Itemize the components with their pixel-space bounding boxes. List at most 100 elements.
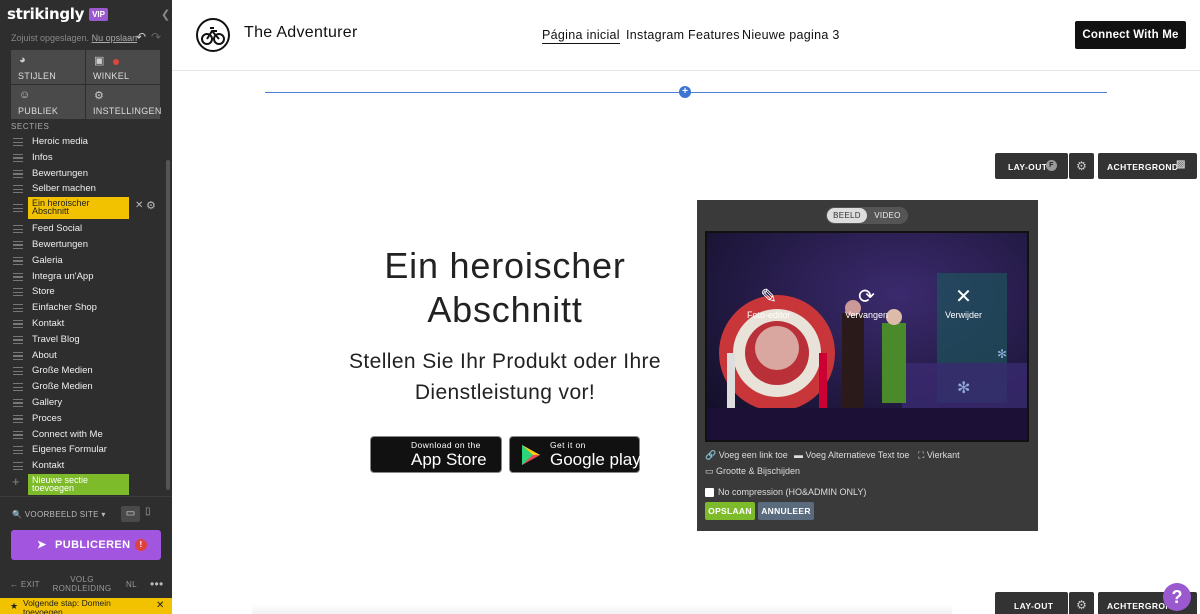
section-item[interactable]: Feed Social — [0, 221, 166, 237]
preview-site-dropdown[interactable]: 🔍 VOORBEELD SITE ▾ — [12, 510, 106, 519]
styles-button[interactable]: ◕ STIJLEN — [11, 50, 85, 84]
add-section-plus-icon[interactable]: + — [679, 86, 691, 98]
save-button[interactable]: OPSLAAN — [705, 502, 755, 520]
next-step-banner[interactable]: ★ Volgende stap: Domein toevoegen ✕ — [0, 598, 172, 614]
add-link[interactable]: 🔗 Voeg een link toe — [705, 450, 788, 461]
drag-handle-icon[interactable] — [13, 367, 23, 376]
drag-handle-icon[interactable] — [13, 256, 23, 265]
drag-handle-icon[interactable] — [13, 446, 23, 455]
drag-handle-icon[interactable] — [13, 204, 23, 213]
no-compression-checkbox[interactable] — [705, 488, 714, 497]
add-link-label: Voeg een link toe — [718, 450, 788, 460]
close-icon[interactable]: ✕ — [156, 600, 164, 611]
drag-handle-icon[interactable] — [13, 462, 23, 471]
sidebar-scrollbar[interactable] — [166, 160, 170, 490]
drag-handle-icon[interactable] — [13, 383, 23, 392]
hero-subtitle[interactable]: Stellen Sie Ihr Produkt oder Ihre Dienst… — [340, 346, 670, 408]
section-item[interactable]: Große Medien — [0, 379, 166, 395]
nav-page-3[interactable]: Nieuwe pagina 3 — [742, 28, 840, 42]
more-icon[interactable]: ••• — [150, 577, 164, 591]
section-gear-icon-next[interactable]: ⚙ — [1069, 592, 1094, 614]
tab-video[interactable]: VIDEO — [868, 208, 907, 223]
save-now-link[interactable]: Nu opslaan — [92, 33, 138, 43]
cancel-button[interactable]: ANNULEER — [758, 502, 814, 520]
remove-button[interactable]: ✕ Verwijder — [945, 286, 982, 320]
section-item[interactable]: Kontakt — [0, 316, 166, 332]
drag-handle-icon[interactable] — [13, 138, 23, 146]
google-play-button[interactable]: Get it on Google play — [509, 436, 641, 473]
app-store-button[interactable]: Download on the App Store — [370, 436, 502, 473]
photo-editor-button[interactable]: ✎ Foto-editor — [747, 286, 791, 320]
tour-button[interactable]: VOLG RONDLEIDING — [52, 575, 112, 593]
section-item[interactable]: Einfacher Shop — [0, 300, 166, 316]
drag-handle-icon[interactable] — [13, 351, 23, 360]
drag-handle-icon[interactable] — [13, 335, 23, 344]
language-button[interactable]: NL — [126, 580, 137, 589]
drag-handle-icon[interactable] — [13, 153, 23, 162]
section-item[interactable]: Eigenes Formular — [0, 442, 166, 458]
square-label: Vierkant — [926, 450, 960, 460]
redo-icon[interactable]: ↷ — [151, 30, 161, 44]
publish-button[interactable]: ➤ PUBLICEREN ! — [11, 530, 161, 560]
add-section-button[interactable]: + Nieuwe sectie toevoegen — [0, 473, 166, 496]
section-settings-icon[interactable]: ⚙ — [146, 199, 156, 212]
palette-icon: ◕ — [19, 54, 26, 66]
size-captions[interactable]: ▭ Grootte & Bijschijden — [705, 466, 800, 477]
mobile-icon[interactable]: ▯ — [145, 506, 151, 517]
section-item[interactable]: Proces — [0, 411, 166, 427]
svg-text:✻: ✻ — [957, 380, 970, 397]
undo-icon[interactable]: ↶ — [136, 30, 146, 44]
connect-button[interactable]: Connect With Me — [1075, 21, 1186, 49]
drag-handle-icon[interactable] — [13, 185, 23, 194]
store-button[interactable]: ▣ WINKEL — [86, 50, 160, 84]
section-item[interactable]: Travel Blog — [0, 332, 166, 348]
section-gear-icon[interactable]: ⚙ — [1069, 153, 1094, 179]
drag-handle-icon[interactable] — [13, 169, 23, 178]
section-item[interactable]: Integra un'App — [0, 269, 166, 285]
section-item[interactable]: Connect with Me — [0, 427, 166, 443]
bicycle-logo-icon[interactable] — [196, 18, 230, 52]
background-button[interactable]: ACHTERGROND ▨ — [1098, 153, 1197, 179]
drag-handle-icon[interactable] — [13, 240, 23, 249]
drag-handle-icon[interactable] — [13, 398, 23, 407]
section-item[interactable]: Bewertungen — [0, 237, 166, 253]
section-item[interactable]: About — [0, 348, 166, 364]
square-option[interactable]: ⛶ Vierkant — [918, 450, 960, 461]
exit-button[interactable]: ← EXIT — [10, 580, 40, 589]
section-item[interactable]: Store — [0, 284, 166, 300]
hero-image[interactable]: ✻ ✻ — [705, 231, 1029, 442]
drag-handle-icon[interactable] — [13, 304, 23, 313]
help-button[interactable]: ? — [1163, 583, 1191, 611]
hero-title[interactable]: Ein heroischer Abschnitt — [320, 244, 690, 332]
delete-section-icon[interactable]: ✕ — [135, 200, 143, 211]
add-alt-text[interactable]: ▬ Voeg Alternatieve Text toe — [794, 450, 909, 460]
settings-button[interactable]: ⚙ INSTELLINGEN — [86, 85, 161, 119]
site-title[interactable]: The Adventurer — [244, 24, 358, 42]
tab-image[interactable]: BEELD — [827, 208, 867, 223]
audience-button[interactable]: ☺ PUBLIEK — [11, 85, 85, 119]
drag-handle-icon[interactable] — [13, 319, 23, 328]
layout-button[interactable]: LAY-OUT F — [995, 153, 1068, 179]
drag-handle-icon[interactable] — [13, 430, 23, 439]
section-item[interactable]: Kontakt — [0, 458, 166, 474]
section-item[interactable]: Infos — [0, 150, 166, 166]
collapse-sidebar-icon[interactable]: ❮ — [161, 8, 170, 21]
section-item[interactable]: Große Medien — [0, 363, 166, 379]
drag-handle-icon[interactable] — [13, 288, 23, 297]
drag-handle-icon[interactable] — [13, 414, 23, 423]
section-item[interactable]: Heroic media — [0, 134, 166, 150]
drag-handle-icon[interactable] — [13, 225, 23, 234]
drag-handle-icon[interactable] — [13, 272, 23, 281]
section-item[interactable]: Gallery — [0, 395, 166, 411]
section-item[interactable]: Bewertungen — [0, 166, 166, 182]
nav-home[interactable]: Página inicial — [542, 28, 620, 44]
section-item[interactable]: Selber machen — [0, 181, 166, 197]
section-name: Store — [32, 286, 55, 298]
section-item[interactable]: Galeria — [0, 253, 166, 269]
layout-button-next[interactable]: LAY-OUT — [995, 592, 1068, 614]
nav-instagram-features[interactable]: Instagram Features — [626, 28, 740, 42]
replace-button[interactable]: ⟳ Vervangen — [845, 286, 888, 320]
section-item-active[interactable]: Ein heroischer Abschnitt ✕ ⚙ — [0, 197, 166, 221]
section-name: Kontakt — [32, 317, 65, 329]
desktop-icon[interactable]: ▭ — [121, 506, 140, 522]
